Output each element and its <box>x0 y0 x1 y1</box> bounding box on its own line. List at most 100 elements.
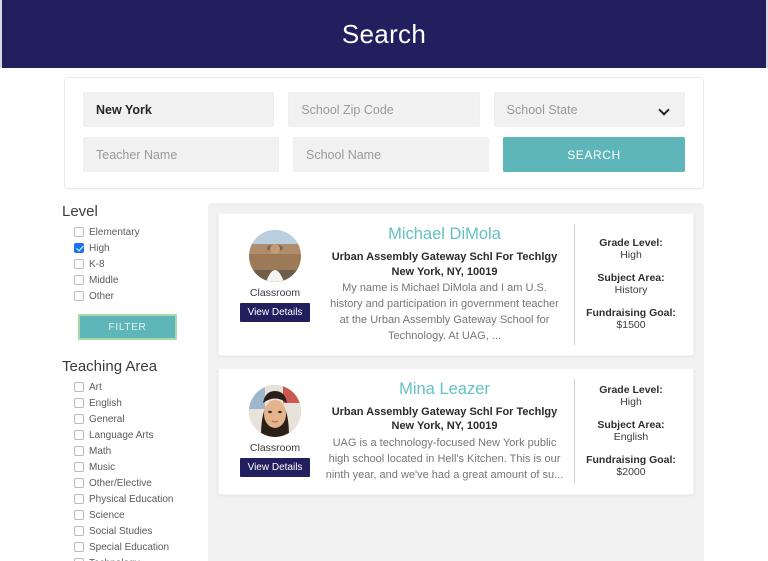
level-option[interactable]: High <box>74 241 194 255</box>
level-option[interactable]: K-8 <box>74 257 194 271</box>
level-checkbox-list: Elementary High K-8 Middle Other <box>74 225 194 303</box>
city-input[interactable]: New York <box>83 92 275 127</box>
teaching-area-option[interactable]: Music <box>74 460 194 474</box>
teacher-name[interactable]: Michael DiMola <box>325 225 564 244</box>
level-option[interactable]: Other <box>74 289 194 303</box>
search-button[interactable]: SEARCH <box>503 137 685 172</box>
teaching-area-option[interactable]: General <box>74 412 194 426</box>
level-option[interactable]: Elementary <box>74 225 194 239</box>
results-panel: Classroom View Details Michael DiMola Urban… <box>208 203 704 561</box>
teaching-area-label: Math <box>89 445 112 457</box>
teaching-area-checkbox[interactable] <box>74 414 84 424</box>
teaching-area-option[interactable]: Math <box>74 444 194 458</box>
teaching-area-label: Science <box>89 509 125 521</box>
fundraising-goal-key: Fundraising Goal: <box>586 307 676 320</box>
teacher-photo <box>249 230 301 282</box>
teacher-bio: UAG is a technology-focused New York pub… <box>325 436 564 481</box>
teaching-area-checkbox[interactable] <box>74 542 84 552</box>
level-checkbox[interactable] <box>74 243 84 253</box>
level-checkbox[interactable] <box>74 227 84 237</box>
body-wrap: Level Elementary High K-8 Middle Other FILTE… <box>0 189 768 561</box>
result-card-main: Mina Leazer Urban Assembly Gateway Schl F… <box>321 378 575 484</box>
view-details-button[interactable]: View Details <box>239 457 311 477</box>
teaching-area-label: Social Studies <box>89 525 153 537</box>
fundraising-goal-value: $1500 <box>616 319 646 332</box>
teaching-area-checkbox[interactable] <box>74 382 84 392</box>
search-panel: New York School Zip Code School State Te… <box>64 77 704 189</box>
level-filter-title: Level <box>62 203 98 220</box>
grade-level-key: Grade Level: <box>599 384 663 397</box>
teaching-area-option[interactable]: Social Studies <box>74 524 194 538</box>
teaching-area-option[interactable]: Science <box>74 508 194 522</box>
level-label: Middle <box>89 274 119 286</box>
teaching-area-checkbox[interactable] <box>74 446 84 456</box>
fundraising-goal-key: Fundraising Goal: <box>586 454 676 467</box>
page-header: Search <box>0 0 768 68</box>
fundraising-goal-value: $2000 <box>616 466 646 479</box>
teaching-area-checkbox[interactable] <box>74 510 84 520</box>
state-select-value: School State <box>506 102 578 117</box>
teaching-area-label: Language Arts <box>89 429 154 441</box>
teaching-area-option[interactable]: Technology <box>74 556 194 561</box>
teaching-area-label: Special Education <box>89 541 170 553</box>
teacher-name-input[interactable]: Teacher Name <box>83 137 279 172</box>
zip-input[interactable]: School Zip Code <box>288 92 480 127</box>
chevron-down-icon <box>660 105 670 115</box>
teaching-area-option[interactable]: Special Education <box>74 540 194 554</box>
photo-caption: Classroom <box>249 441 301 454</box>
state-select[interactable]: School State <box>493 92 685 127</box>
teaching-area-option[interactable]: Physical Education <box>74 492 194 506</box>
teaching-area-checkbox[interactable] <box>74 478 84 488</box>
grade-level-value: High <box>620 396 642 409</box>
search-row-1: New York School Zip Code School State <box>83 92 685 127</box>
teaching-area-option[interactable]: Language Arts <box>74 428 194 442</box>
search-row-2: Teacher Name School Name SEARCH <box>83 137 685 172</box>
subject-area-key: Subject Area: <box>597 272 665 285</box>
level-label: Elementary <box>89 226 140 238</box>
subject-area-value: English <box>613 431 649 444</box>
level-checkbox[interactable] <box>74 259 84 269</box>
level-filter-button[interactable]: FILTER <box>78 314 177 340</box>
result-card-left: Classroom View Details <box>229 224 321 345</box>
teaching-area-label: General <box>89 413 125 425</box>
subject-area-key: Subject Area: <box>597 419 665 432</box>
teaching-area-label: Technology <box>89 558 140 561</box>
teaching-area-filter-title: Teaching Area <box>62 358 158 375</box>
result-card-meta: Grade Level: High Subject Area: English Fund… <box>575 379 687 484</box>
level-label: Other <box>89 290 115 302</box>
grade-level-value: High <box>620 249 642 262</box>
level-checkbox[interactable] <box>74 291 84 301</box>
school-location: New York, NY, 10019 <box>391 265 498 278</box>
teaching-area-checkbox[interactable] <box>74 430 84 440</box>
school-name-input[interactable]: School Name <box>293 137 489 172</box>
level-checkbox[interactable] <box>74 275 84 285</box>
view-details-button[interactable]: View Details <box>239 303 311 322</box>
page-title: Search <box>341 18 427 49</box>
teaching-area-checkbox[interactable] <box>74 398 84 408</box>
teaching-area-option[interactable]: Other/Elective <box>74 476 194 490</box>
result-card: Classroom View Details Michael DiMola Urban… <box>218 213 694 356</box>
teacher-name[interactable]: Mina Leazer <box>325 380 564 399</box>
grade-level-key: Grade Level: <box>599 237 663 250</box>
teaching-area-checkbox-list: Art English General Language Arts Math Music O… <box>74 380 194 561</box>
teaching-area-checkbox[interactable] <box>74 494 84 504</box>
filter-sidebar: Level Elementary High K-8 Middle Other FILTE… <box>58 203 194 561</box>
teaching-area-label: English <box>89 397 122 409</box>
school-name: Urban Assembly Gateway Schl For Techlgy <box>331 405 558 418</box>
teaching-area-option[interactable]: Art <box>74 380 194 394</box>
teaching-area-checkbox[interactable] <box>74 526 84 536</box>
page-root: Search New York School Zip Code School S… <box>0 0 768 561</box>
school-name: Urban Assembly Gateway Schl For Techlgy <box>331 251 558 263</box>
level-option[interactable]: Middle <box>74 273 194 287</box>
teaching-area-checkbox[interactable] <box>74 462 84 472</box>
teaching-area-option[interactable]: English <box>74 396 194 410</box>
result-card: Classroom View Details Mina Leazer Urban As… <box>218 367 694 495</box>
teaching-area-label: Other/Elective <box>89 477 152 489</box>
teacher-photo <box>249 384 301 437</box>
subject-area-value: History <box>614 284 648 297</box>
teaching-area-label: Physical Education <box>89 493 174 505</box>
result-card-meta: Grade Level: High Subject Area: History Fund… <box>575 224 687 345</box>
level-label: K-8 <box>89 258 105 270</box>
photo-caption: Classroom <box>249 287 301 299</box>
